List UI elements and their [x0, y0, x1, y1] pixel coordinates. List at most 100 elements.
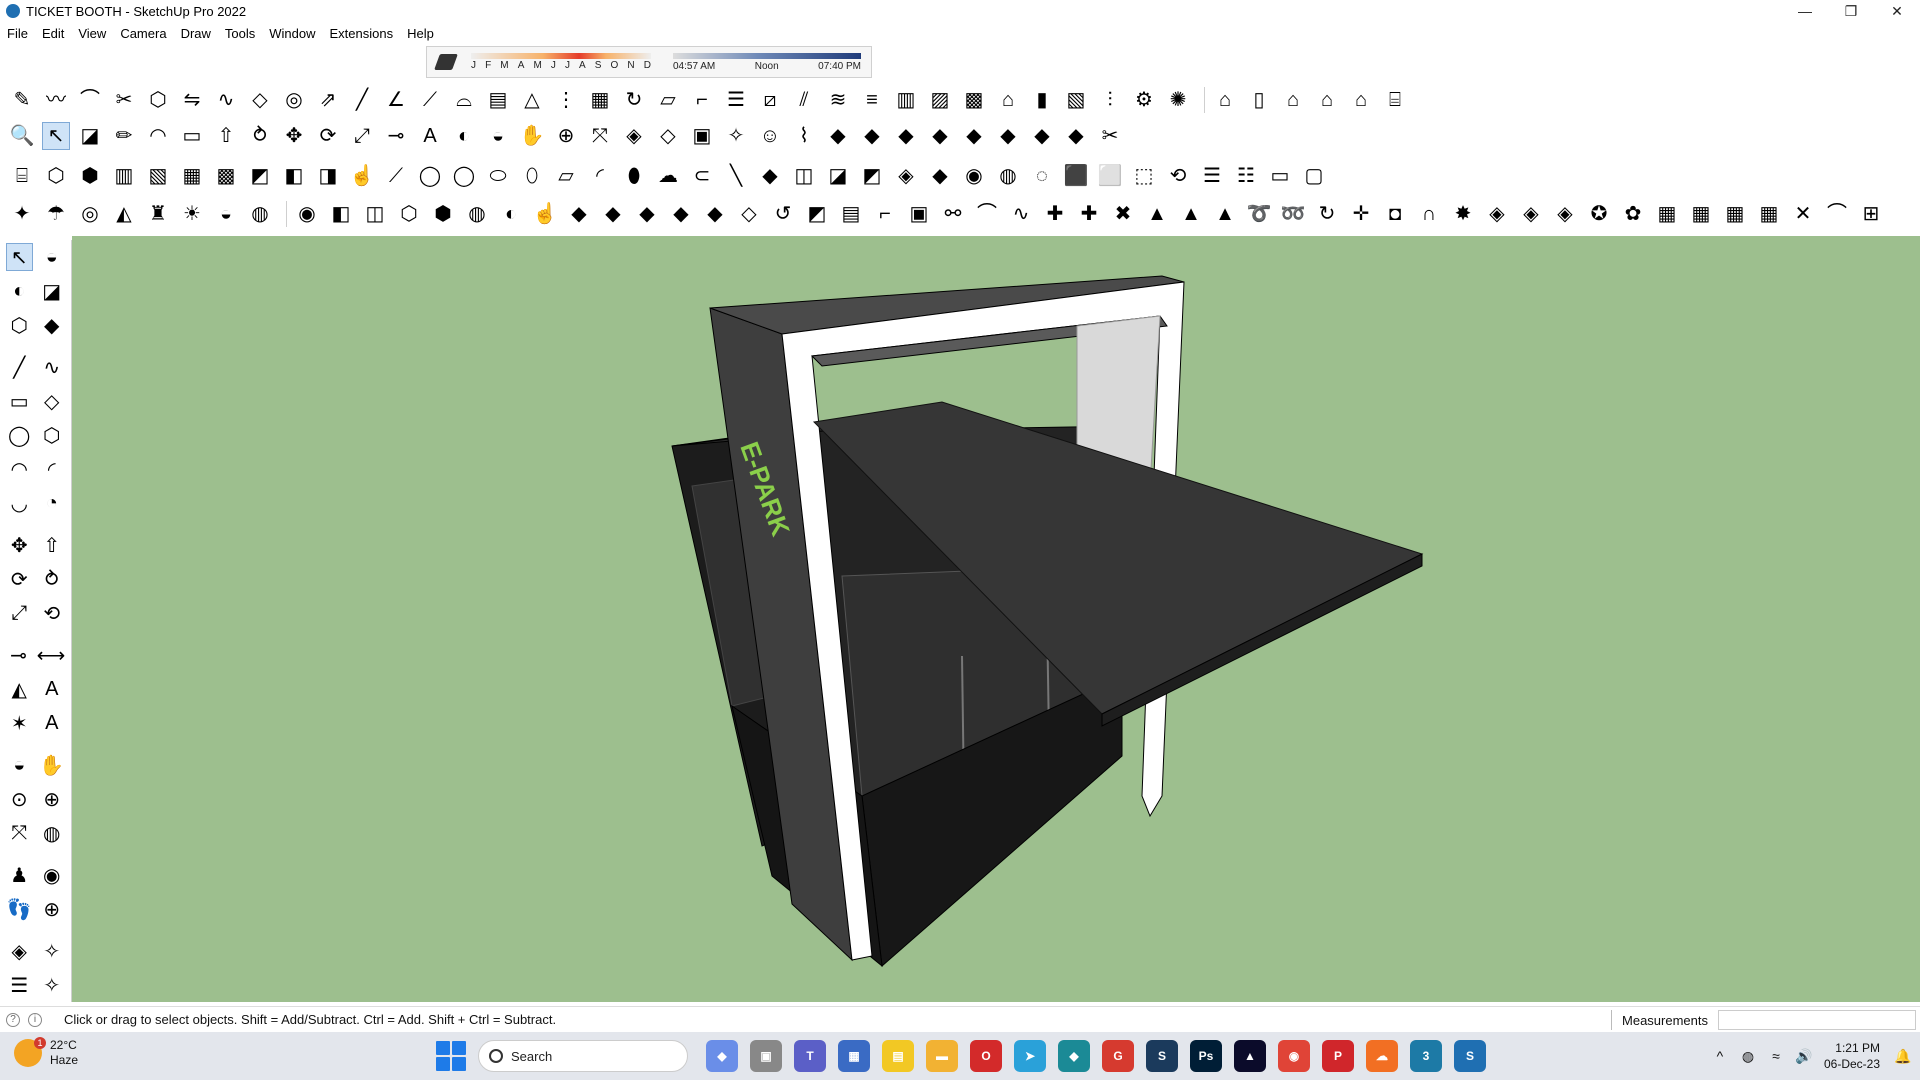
zoom-icon[interactable]: ⊙	[6, 785, 33, 813]
opera-icon[interactable]: O	[970, 1040, 1002, 1072]
logo-green-icon[interactable]: ✸	[1449, 200, 1477, 228]
red-cross-icon[interactable]: ✚	[1041, 200, 1069, 228]
hand-pointer-icon[interactable]: ☝	[531, 200, 559, 228]
outer-shell-icon[interactable]: ◉	[293, 200, 321, 228]
slat-tool-icon[interactable]: ▨	[926, 86, 954, 114]
scatter-icon[interactable]: ✕	[1789, 200, 1817, 228]
sketchup-taskbar-icon[interactable]: S	[1454, 1040, 1486, 1072]
orbit-icon[interactable]: ◒	[39, 243, 65, 271]
protractor-icon[interactable]: ◭	[6, 675, 33, 703]
ellipse-icon[interactable]: ⬯	[518, 162, 546, 190]
arc-icon[interactable]: ◠	[6, 455, 33, 483]
soap-skin-icon[interactable]: ◆	[824, 122, 852, 150]
iso-view-icon[interactable]: ⬡	[42, 162, 70, 190]
grid-yellow-icon[interactable]: ▦	[1721, 200, 1749, 228]
bend-tool-icon[interactable]: ⌐	[688, 86, 716, 114]
chrome-icon[interactable]: ◉	[1278, 1040, 1310, 1072]
rope-tool-icon[interactable]: ∿	[212, 86, 240, 114]
red-plane-icon[interactable]: ◆	[701, 200, 729, 228]
geo-location-icon[interactable]: ?	[6, 1012, 20, 1027]
loop-3-icon[interactable]: ↻	[1313, 200, 1341, 228]
time-slider[interactable]	[673, 53, 861, 59]
grid-gold-icon[interactable]: ▦	[1755, 200, 1783, 228]
axes-icon[interactable]: ✶	[6, 709, 33, 737]
fredo-curvy-icon[interactable]: ✂	[1096, 122, 1124, 150]
zoom-extents-icon[interactable]: ⤧	[586, 122, 614, 150]
text-tool-icon[interactable]: A	[416, 122, 444, 150]
fredo-twist-icon[interactable]: ◆	[1028, 122, 1056, 150]
polygon-icon[interactable]: ⬡	[39, 421, 66, 449]
freehand-curve-icon[interactable]: ✎	[8, 86, 36, 114]
loop-icon[interactable]: ➰	[1245, 200, 1273, 228]
fog-icon[interactable]: ◌	[1028, 162, 1056, 190]
stack-2-icon[interactable]: ☷	[1232, 162, 1260, 190]
lamp-icon[interactable]: ♜	[144, 200, 172, 228]
trim-icon[interactable]: ◍	[463, 200, 491, 228]
tape-measure-icon[interactable]: ⊸	[6, 641, 31, 669]
eraser-icon[interactable]: ◪	[76, 122, 104, 150]
solid-tools-icon[interactable]: ◧	[327, 200, 355, 228]
scale-icon[interactable]: ⤢	[348, 122, 376, 150]
bezier-icon[interactable]: ⌒	[1823, 200, 1851, 228]
menu-tools[interactable]: Tools	[218, 22, 262, 44]
panel-tool-icon[interactable]: ▱	[654, 86, 682, 114]
dimension-icon[interactable]: ⟷	[37, 641, 66, 669]
loop-2-icon[interactable]: ➿	[1279, 200, 1307, 228]
two-point-arc-icon[interactable]: ◜	[39, 455, 66, 483]
offset-lines-icon[interactable]: ≡	[858, 86, 886, 114]
layout-2-icon[interactable]: ▦	[1653, 200, 1681, 228]
x-ray-icon[interactable]: ◫	[790, 162, 818, 190]
taskbar-search[interactable]: Search	[478, 1040, 688, 1072]
curve-icon[interactable]: ⌒	[973, 200, 1001, 228]
wifi-icon[interactable]: ≈	[1768, 1048, 1784, 1064]
green-cross-icon[interactable]: ✚	[1075, 200, 1103, 228]
hatch-tool-icon[interactable]: ⫽	[790, 86, 818, 114]
menu-extensions[interactable]: Extensions	[323, 22, 401, 44]
grey-plane-icon[interactable]: ◇	[735, 200, 763, 228]
fredo-stretch-icon[interactable]: ◆	[960, 122, 988, 150]
house-icon[interactable]: ⌂	[1313, 86, 1341, 114]
tag-icon[interactable]: ◆	[39, 311, 66, 339]
garage-icon[interactable]: ⌸	[1381, 86, 1409, 114]
top-view-icon[interactable]: ⬢	[76, 162, 104, 190]
3d-text-icon[interactable]: A	[39, 709, 66, 737]
union-icon[interactable]: ⬡	[395, 200, 423, 228]
fence-tool-icon[interactable]: ▥	[892, 86, 920, 114]
zigzag-tool-icon[interactable]: ≋	[824, 86, 852, 114]
hand-tool-icon[interactable]: ☝	[348, 162, 376, 190]
pan-icon[interactable]: ✋	[39, 751, 66, 779]
star-icon[interactable]: ✪	[1585, 200, 1613, 228]
section-plane-icon[interactable]: ⊕	[39, 895, 66, 923]
zoom-extents-icon[interactable]: ⤧	[6, 819, 33, 847]
stack-icon[interactable]: ☰	[1198, 162, 1226, 190]
back-edges-icon[interactable]: ◪	[824, 162, 852, 190]
door-icon[interactable]: ▯	[1245, 86, 1273, 114]
paint-bucket-icon[interactable]: ◐	[6, 277, 33, 305]
pattern-tool-icon[interactable]: ▧	[1062, 86, 1090, 114]
cube-xray-icon[interactable]: ⬜	[1096, 162, 1124, 190]
cone-2-icon[interactable]: ▲	[1177, 200, 1205, 228]
globe-icon[interactable]: ◍	[246, 200, 274, 228]
fredo-rotate-icon[interactable]: ◆	[926, 122, 954, 150]
shape-3-icon[interactable]: ◈	[1551, 200, 1579, 228]
shadows-toggle-icon[interactable]	[434, 54, 458, 70]
select-tool-icon[interactable]: ↖	[42, 122, 70, 150]
menu-draw[interactable]: Draw	[174, 22, 218, 44]
line-icon[interactable]: ╱	[6, 353, 33, 381]
shaded-texture-icon[interactable]: ◉	[960, 162, 988, 190]
cube-wire-icon[interactable]: ⬚	[1130, 162, 1158, 190]
blue-plane-icon[interactable]: ◆	[599, 200, 627, 228]
bucket-icon[interactable]: ◘	[1381, 200, 1409, 228]
move-cross-icon[interactable]: ✛	[1347, 200, 1375, 228]
back-view-icon[interactable]: ▦	[178, 162, 206, 190]
orbit-icon[interactable]: ◒	[484, 122, 512, 150]
dome-icon[interactable]: ◒	[212, 200, 240, 228]
photoshop-icon[interactable]: Ps	[1190, 1040, 1222, 1072]
menu-edit[interactable]: Edit	[35, 22, 71, 44]
section-plane-icon[interactable]: ◩	[246, 162, 274, 190]
angle-line-icon[interactable]: ∠	[382, 86, 410, 114]
shape-2-icon[interactable]: ◈	[1517, 200, 1545, 228]
select-icon[interactable]: ↖	[6, 243, 33, 271]
offset-icon[interactable]: ⟲	[39, 599, 66, 627]
cube-refresh-icon[interactable]: ⟲	[1164, 162, 1192, 190]
